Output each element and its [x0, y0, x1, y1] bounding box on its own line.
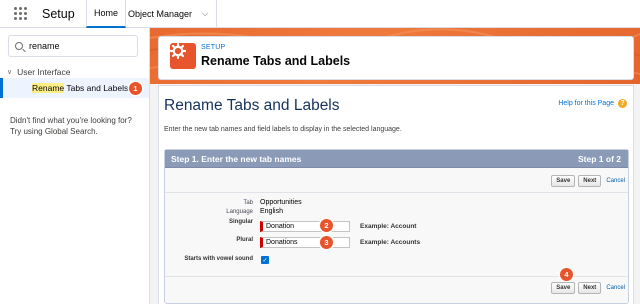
callout-badge-2: 2 — [320, 219, 333, 232]
search-highlight: Rename — [32, 83, 65, 93]
quick-find-value: rename — [29, 41, 60, 51]
bottom-button-row: Save Next Cancel — [551, 282, 625, 294]
content-panel: Rename Tabs and Labels Help for this Pag… — [158, 85, 634, 304]
tab-value: Opportunities — [260, 199, 302, 206]
save-button[interactable]: Save — [551, 282, 576, 294]
language-value: English — [260, 208, 283, 215]
plural-label: Plural — [236, 237, 253, 243]
step-title: Step 1. Enter the new tab names — [171, 154, 302, 164]
callout-badge-3: 3 — [320, 236, 333, 249]
page-header-card: SETUP Rename Tabs and Labels — [158, 36, 634, 80]
quick-find-input[interactable]: rename — [8, 35, 138, 57]
app-launcher-icon[interactable] — [14, 6, 28, 21]
save-button[interactable]: Save — [551, 175, 576, 187]
divider — [165, 192, 628, 193]
chevron-down-icon[interactable]: ∨ — [7, 68, 12, 76]
no-results-message: Didn't find what you're looking for? Try… — [10, 116, 132, 136]
app-name: Setup — [42, 6, 75, 21]
search-icon — [15, 42, 23, 50]
callout-badge-4: 4 — [560, 268, 573, 281]
language-label: Language — [226, 209, 253, 215]
setup-sidebar: rename ∨ User Interface Rename Tabs and … — [0, 28, 150, 304]
callout-badge-1: 1 — [129, 82, 142, 95]
next-button[interactable]: Next — [578, 282, 602, 294]
next-button[interactable]: Next — [578, 175, 602, 187]
step-header: Step 1. Enter the new tab names Step 1 o… — [165, 150, 628, 168]
cancel-link[interactable]: Cancel — [606, 285, 625, 291]
vowel-sound-checkbox[interactable]: ✓ — [261, 256, 269, 264]
tree-item-rename-tabs-and-labels[interactable]: Rename Tabs and Labels — [0, 78, 149, 98]
divider — [165, 276, 628, 277]
plural-example: Example: Accounts — [360, 239, 421, 246]
help-link-label: Help for this Page — [558, 100, 614, 107]
help-link[interactable]: Help for this Page ? — [558, 99, 627, 108]
tab-object-manager[interactable]: Object Manager ⌵ — [120, 0, 218, 28]
step-section: Step 1. Enter the new tab names Step 1 o… — [164, 149, 629, 304]
header-eyebrow: SETUP — [201, 44, 226, 51]
singular-label: Singular — [228, 219, 253, 225]
top-button-row: Save Next Cancel — [551, 175, 625, 187]
cancel-link[interactable]: Cancel — [606, 178, 625, 184]
chevron-down-icon[interactable]: ⌵ — [202, 9, 208, 19]
tab-label: Tab — [243, 200, 253, 206]
singular-input[interactable]: Donation — [260, 221, 350, 232]
plural-input[interactable]: Donations — [260, 237, 350, 248]
setup-gear-icon — [170, 43, 196, 69]
vowel-sound-label: Starts with vowel sound — [184, 256, 253, 262]
tree-item-label: Tabs and Labels — [64, 83, 129, 93]
intro-text: Enter the new tab names and field labels… — [164, 126, 402, 133]
header-title: Rename Tabs and Labels — [201, 54, 351, 68]
header-banner: SETUP Rename Tabs and Labels — [150, 28, 640, 84]
page-title: Rename Tabs and Labels — [164, 97, 340, 114]
main-content: SETUP Rename Tabs and Labels Rename Tabs… — [150, 28, 640, 304]
singular-example: Example: Account — [360, 223, 417, 230]
tree-node-label: User Interface — [17, 67, 71, 77]
help-icon: ? — [618, 99, 627, 108]
tab-object-manager-label: Object Manager — [128, 9, 193, 19]
step-progress: Step 1 of 2 — [578, 154, 621, 164]
tree-node-user-interface[interactable]: ∨ User Interface — [7, 67, 71, 77]
